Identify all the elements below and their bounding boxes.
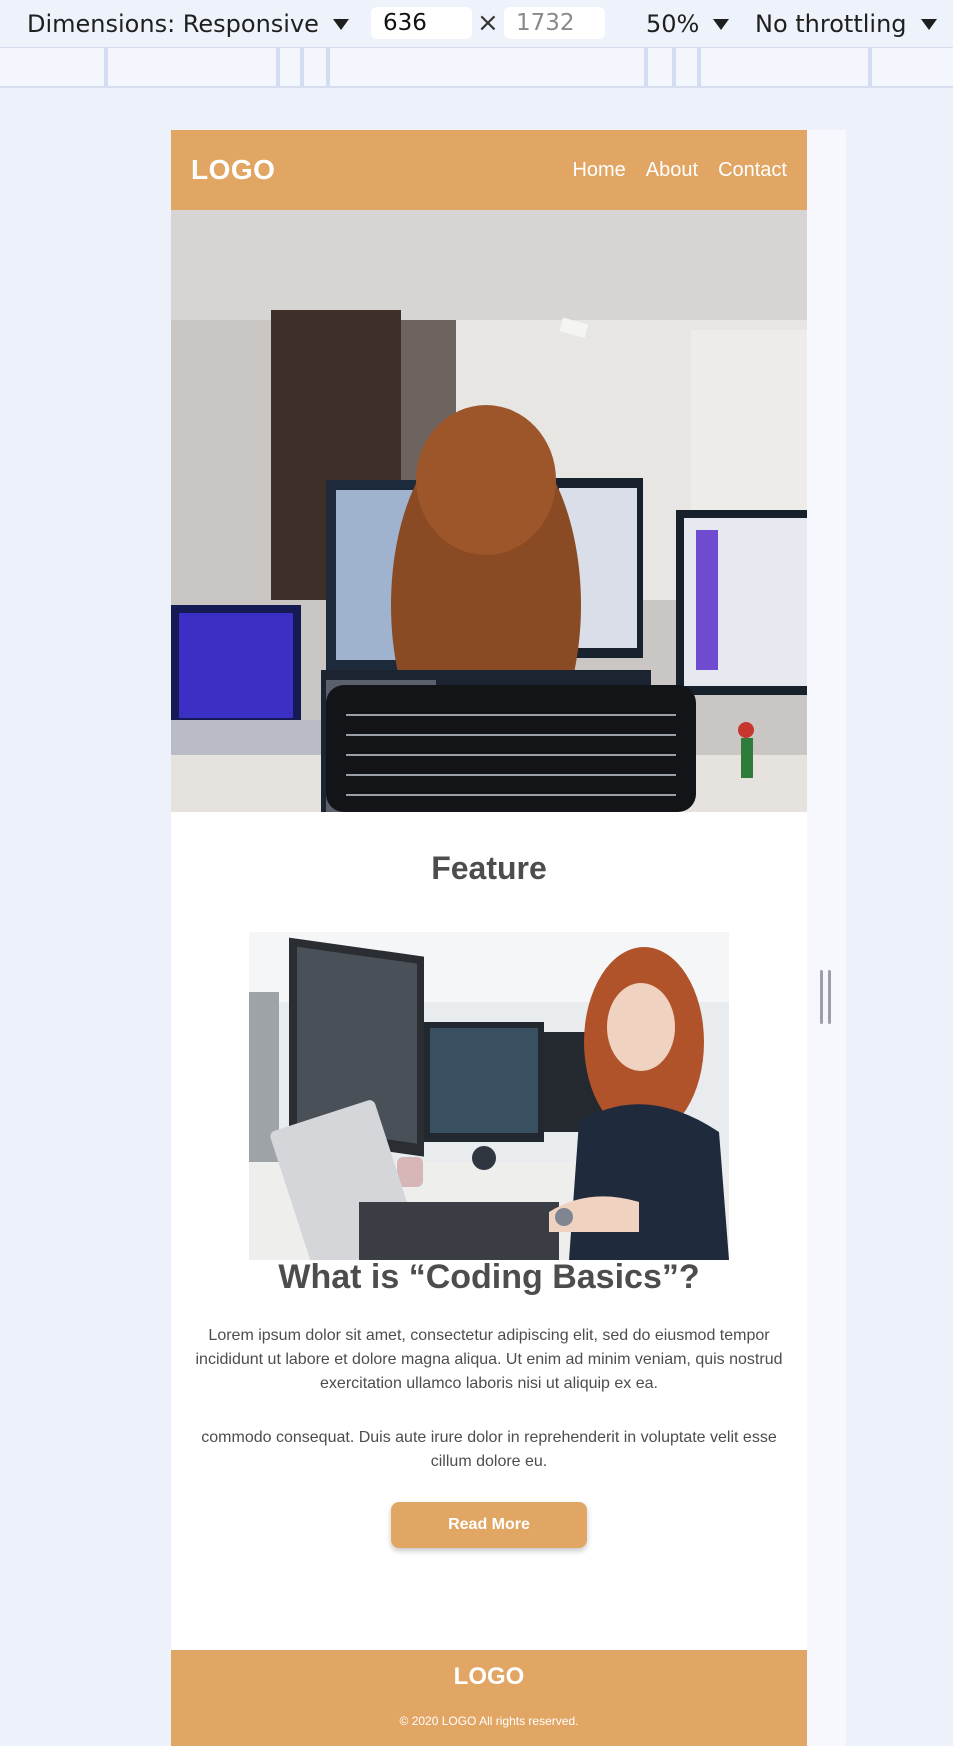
header-logo[interactable]: LOGO	[191, 154, 275, 186]
chevron-down-icon	[713, 18, 730, 30]
chevron-down-icon	[332, 18, 349, 30]
zoom-dropdown[interactable]: 50%	[646, 0, 730, 48]
breakpoint-marker[interactable]	[300, 48, 304, 86]
device-viewport: LOGO Home About Contact Feature What is …	[171, 130, 807, 1746]
read-more-button[interactable]: Read More	[391, 1502, 587, 1548]
main-nav: Home About Contact	[572, 159, 787, 182]
article-title: What is “Coding Basics”?	[278, 1258, 700, 1296]
breakpoint-marker[interactable]	[672, 48, 676, 86]
media-query-bar	[0, 48, 953, 88]
breakpoint-marker[interactable]	[644, 48, 648, 86]
devtools-device-toolbar: Dimensions: Responsive 636 × 1732 50% No…	[0, 0, 953, 48]
article-paragraph: commodo consequat. Duis aute irure dolor…	[201, 1429, 777, 1470]
dimensions-label: Dimensions: Responsive	[27, 10, 319, 38]
site-header: LOGO Home About Contact	[171, 130, 807, 210]
feature-heading: Feature	[431, 850, 547, 886]
nav-home-link[interactable]: Home	[572, 159, 625, 182]
site-footer: LOGO © 2020 LOGO All rights reserved.	[171, 1650, 807, 1746]
throttling-label: No throttling	[755, 10, 907, 38]
feature-image	[249, 932, 729, 1260]
nav-contact-link[interactable]: Contact	[718, 159, 787, 182]
width-input[interactable]: 636	[371, 7, 472, 39]
resize-handle[interactable]	[820, 970, 833, 1024]
device-frame-edge	[807, 130, 846, 1746]
breakpoint-marker[interactable]	[868, 48, 872, 86]
height-input[interactable]: 1732	[504, 7, 605, 39]
breakpoint-marker[interactable]	[276, 48, 280, 86]
chevron-down-icon	[920, 18, 937, 30]
throttling-dropdown[interactable]: No throttling	[755, 0, 937, 48]
breakpoint-marker[interactable]	[697, 48, 701, 86]
zoom-label: 50%	[646, 10, 700, 38]
article-paragraph: Lorem ipsum dolor sit amet, consectetur …	[195, 1327, 783, 1392]
nav-about-link[interactable]: About	[646, 159, 698, 182]
breakpoint-marker[interactable]	[104, 48, 108, 86]
dimensions-dropdown[interactable]: Dimensions: Responsive	[27, 0, 349, 48]
footer-logo[interactable]: LOGO	[171, 1663, 807, 1691]
breakpoint-marker[interactable]	[326, 48, 330, 86]
times-icon: ×	[477, 8, 499, 38]
copyright-text: © 2020 LOGO All rights reserved.	[399, 1714, 579, 1728]
hero-image	[171, 210, 807, 812]
